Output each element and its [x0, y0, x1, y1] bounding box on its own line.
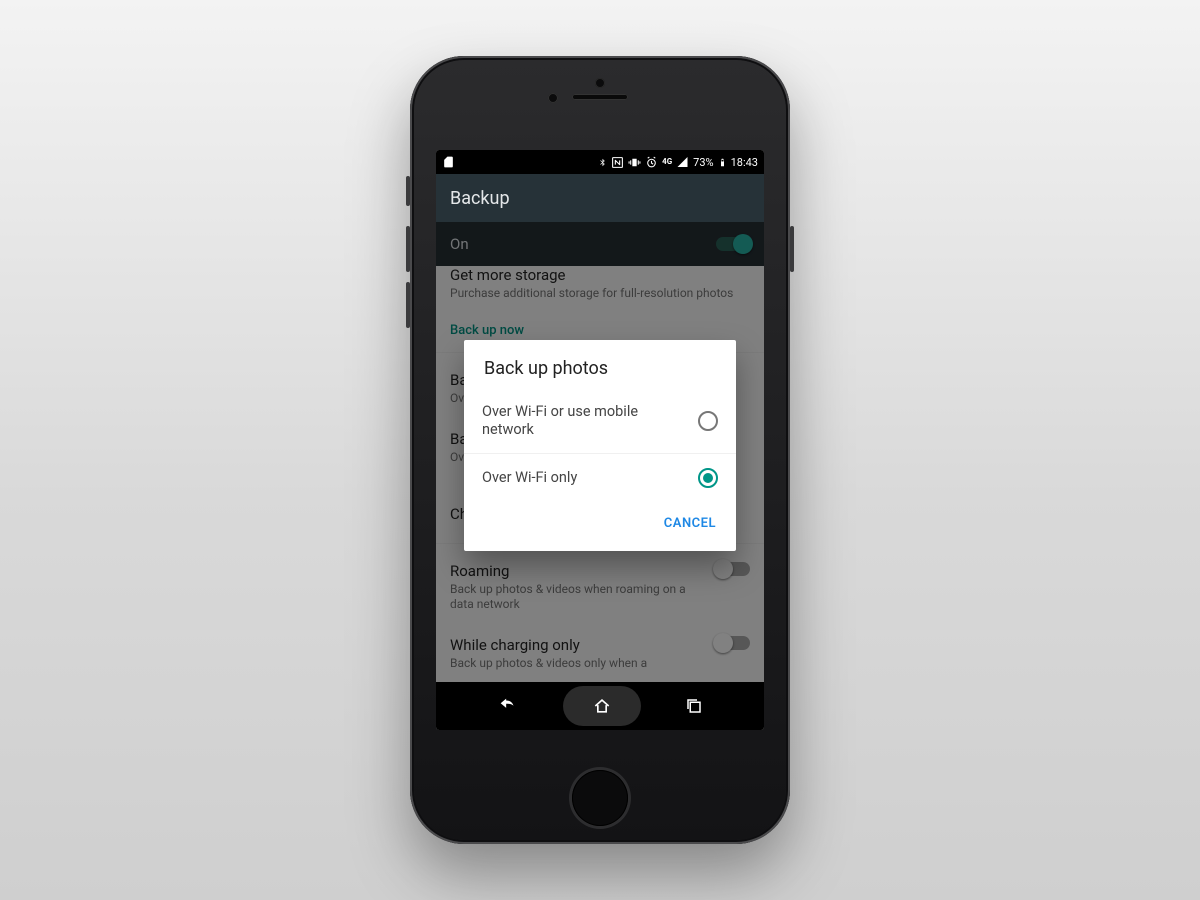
bluetooth-icon	[598, 156, 607, 169]
page-title: Backup	[450, 188, 510, 209]
volume-down	[406, 282, 410, 328]
battery-icon	[718, 156, 727, 169]
data-4g-icon: 4G	[662, 158, 672, 166]
power-button	[790, 226, 794, 272]
volume-up	[406, 226, 410, 272]
option-label: Over Wi-Fi only	[482, 469, 577, 487]
vibrate-icon	[628, 156, 641, 169]
dialog-title: Back up photos	[464, 358, 736, 389]
radio-unselected-icon[interactable]	[698, 411, 718, 431]
recents-button[interactable]	[685, 697, 703, 715]
proximity-sensor	[595, 78, 605, 88]
cancel-button[interactable]: CANCEL	[654, 508, 726, 539]
clock: 18:43	[731, 156, 758, 169]
back-up-photos-dialog: Back up photos Over Wi-Fi or use mobile …	[464, 340, 736, 551]
battery-percent: 73%	[693, 156, 713, 169]
alarm-icon	[645, 156, 658, 169]
option-wifi-or-mobile[interactable]: Over Wi-Fi or use mobile network	[464, 389, 736, 453]
screen: 4G 73% 18:43 Backup	[436, 150, 764, 730]
nfc-icon	[611, 156, 624, 169]
earpiece-speaker	[572, 94, 628, 100]
option-label: Over Wi-Fi or use mobile network	[482, 403, 672, 439]
front-camera	[548, 93, 558, 103]
mute-switch	[406, 176, 410, 206]
app-bar: Backup	[436, 174, 764, 222]
home-button[interactable]	[563, 686, 641, 726]
signal-icon	[676, 156, 689, 168]
navigation-bar	[436, 682, 764, 730]
status-bar: 4G 73% 18:43	[436, 150, 764, 174]
radio-selected-icon[interactable]	[698, 468, 718, 488]
sd-card-icon	[442, 155, 455, 169]
hardware-home-button[interactable]	[572, 770, 628, 826]
option-wifi-only[interactable]: Over Wi-Fi only	[464, 453, 736, 502]
phone-frame: 4G 73% 18:43 Backup	[410, 56, 790, 844]
back-button[interactable]	[497, 695, 519, 717]
